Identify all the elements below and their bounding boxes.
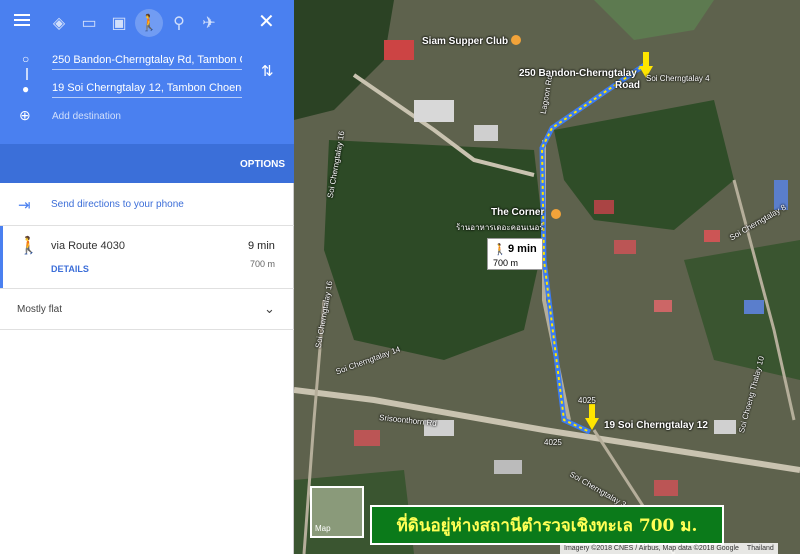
the-corner-thai-label: ร้านอาหารเดอะคอนเนอร์: [456, 223, 544, 232]
destination-arrow-icon: [585, 404, 599, 430]
send-to-phone-icon[interactable]: ⇥: [18, 196, 31, 214]
origin-label-road: Road: [615, 80, 640, 91]
route-distance: 700 m: [250, 259, 276, 269]
map-attribution: Imagery ©2018 CNES / Airbus, Map data ©2…: [560, 543, 778, 554]
imagery-attribution: Imagery ©2018 CNES / Airbus, Map data ©2…: [564, 545, 739, 552]
directions-panel: ◈ ▭ ▣ 🚶 ⚲ ✈ ✕ ○ ● 250 Bandon-Cherngtalay…: [0, 0, 294, 554]
route-connector: [26, 68, 28, 80]
route-option[interactable]: [0, 226, 294, 289]
country-label: Thailand: [746, 545, 774, 552]
terrain-label: Mostly flat: [17, 304, 63, 315]
route-via: via Route 4030: [51, 240, 125, 252]
origin-dot-icon: ○: [22, 52, 30, 66]
bike-icon[interactable]: ⚲: [165, 9, 193, 37]
origin-input[interactable]: 250 Bandon-Cherngtalay Rd, Tambon Cl: [52, 54, 242, 70]
map-layer-toggle[interactable]: Map: [310, 486, 364, 538]
tooltip-time: 9 min: [508, 243, 537, 255]
route-4025-upper-label: 4025: [578, 396, 596, 405]
route-tooltip[interactable]: 🚶 9 min 700 m: [487, 238, 543, 270]
send-to-phone-link[interactable]: Send directions to your phone: [51, 199, 184, 210]
selected-route-indicator: [0, 226, 3, 288]
chevron-down-icon[interactable]: ⌄: [264, 301, 275, 317]
walking-person-icon: 🚶: [18, 236, 40, 255]
transit-icon[interactable]: ▣: [105, 9, 133, 37]
the-corner-label[interactable]: The Corner: [491, 207, 544, 218]
route-4025-label: 4025: [544, 438, 562, 447]
soi-cherngtalay-4-label: Soi Cherngtalay 4: [646, 74, 710, 83]
directions-header: ◈ ▭ ▣ 🚶 ⚲ ✈ ✕ ○ ● 250 Bandon-Cherngtalay…: [0, 0, 294, 183]
destination-pin-icon: ●: [22, 82, 30, 96]
car-icon[interactable]: ▭: [75, 9, 103, 37]
flight-icon[interactable]: ✈: [195, 9, 223, 37]
satellite-map[interactable]: Siam Supper Club 250 Bandon-Cherngtalay …: [294, 0, 800, 554]
swap-icon[interactable]: ⇅: [261, 62, 274, 80]
details-button[interactable]: DETAILS: [51, 264, 89, 274]
close-icon[interactable]: ✕: [258, 9, 275, 34]
map-layer-label: Map: [315, 524, 331, 533]
travel-modes: ◈ ▭ ▣ 🚶 ⚲ ✈: [0, 9, 294, 37]
add-destination-link[interactable]: Add destination: [52, 111, 121, 122]
tooltip-walk-icon: 🚶: [493, 244, 507, 256]
route-time: 9 min: [248, 240, 275, 252]
tooltip-distance: 700 m: [493, 258, 519, 268]
destination-label: 19 Soi Cherngtalay 12: [604, 420, 708, 431]
walk-icon[interactable]: 🚶: [135, 9, 163, 37]
siam-supper-club-label[interactable]: Siam Supper Club: [422, 36, 508, 47]
options-button[interactable]: OPTIONS: [240, 159, 285, 170]
distance-banner: ที่ดินอยู่ห่างสถานีตำรวจเชิงทะเล 700 ม.: [370, 505, 724, 545]
add-icon[interactable]: ⊕: [19, 107, 31, 124]
destination-input[interactable]: 19 Soi Cherngtalay 12, Tambon Choeng: [52, 82, 242, 98]
best-route-icon[interactable]: ◈: [45, 9, 73, 37]
origin-label: 250 Bandon-Cherngtalay: [519, 68, 637, 79]
